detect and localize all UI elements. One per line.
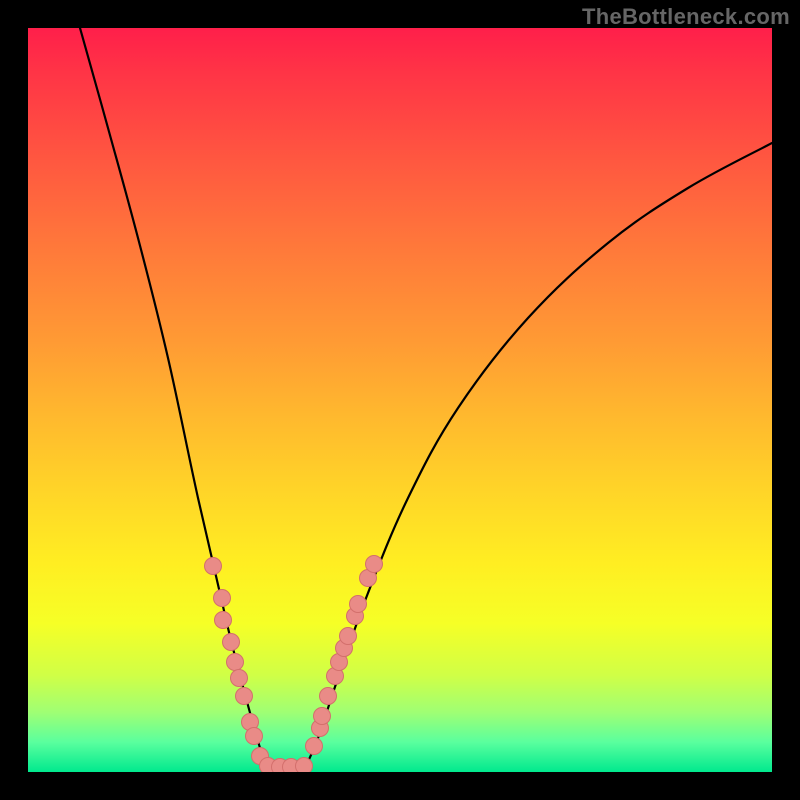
data-point bbox=[246, 728, 263, 745]
data-point bbox=[215, 612, 232, 629]
data-point bbox=[350, 596, 367, 613]
plot-area bbox=[28, 28, 772, 772]
data-point bbox=[306, 738, 323, 755]
data-point bbox=[223, 634, 240, 651]
data-point bbox=[366, 556, 383, 573]
data-point bbox=[227, 654, 244, 671]
data-point bbox=[296, 758, 313, 773]
dot-group bbox=[205, 556, 383, 773]
data-point bbox=[205, 558, 222, 575]
curve-group bbox=[80, 28, 772, 766]
data-point bbox=[340, 628, 357, 645]
data-point bbox=[320, 688, 337, 705]
data-point bbox=[236, 688, 253, 705]
watermark-text: TheBottleneck.com bbox=[582, 4, 790, 30]
chart-frame: TheBottleneck.com bbox=[0, 0, 800, 800]
data-point bbox=[214, 590, 231, 607]
data-point bbox=[231, 670, 248, 687]
curve-layer bbox=[28, 28, 772, 772]
data-point bbox=[314, 708, 331, 725]
curve-bottleneck-curve-right bbox=[306, 143, 772, 766]
